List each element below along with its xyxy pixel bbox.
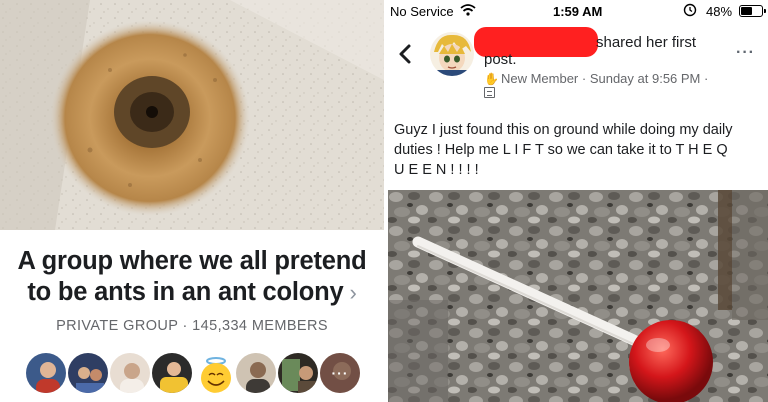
post-timestamp[interactable]: · Sunday at 9:56 PM · — [582, 71, 708, 86]
alarm-icon — [683, 3, 697, 20]
post-meta: ✋ New Member · Sunday at 9:56 PM · — [484, 71, 708, 86]
member-avatar-row[interactable]: ··· — [24, 351, 362, 397]
battery-icon — [739, 5, 766, 17]
member-avatar-7[interactable] — [276, 351, 320, 395]
more-members-icon: ··· — [331, 365, 349, 381]
lollipop-photo[interactable] — [388, 190, 768, 402]
new-member-badge-icon: ✋ — [484, 72, 499, 86]
group-title[interactable]: A group where we all pretend to be ants … — [0, 246, 384, 308]
post-screenshot: No Service 1:59 AM 48% shared her first … — [388, 0, 768, 402]
new-member-badge[interactable]: New Member — [501, 71, 578, 86]
member-avatar-6[interactable] — [234, 351, 278, 395]
poster-avatar[interactable] — [430, 32, 474, 76]
group-title-line2: to be ants in an ant colony — [27, 278, 344, 306]
member-avatar-3[interactable] — [108, 351, 152, 395]
member-avatar-1[interactable] — [24, 351, 68, 395]
member-avatar-more[interactable]: ··· — [318, 351, 362, 395]
wifi-icon — [460, 3, 476, 20]
carrier-label: No Service — [390, 4, 454, 19]
group-title-line1: A group where we all pretend — [17, 247, 367, 275]
back-chevron-icon[interactable] — [396, 40, 416, 68]
anthill-photo — [0, 0, 384, 230]
post-action-text-2: post. — [484, 51, 517, 68]
battery-fill — [741, 7, 752, 15]
member-avatar-4[interactable] — [150, 351, 194, 395]
chevron-right-icon[interactable]: › — [350, 280, 357, 305]
status-bar: No Service 1:59 AM 48% — [388, 0, 768, 22]
group-privacy-icon — [484, 87, 495, 98]
status-time: 1:59 AM — [553, 4, 603, 19]
post-action-text: shared her first — [596, 34, 697, 51]
member-avatar-5-emoji[interactable] — [192, 351, 236, 395]
more-options-icon[interactable]: ··· — [736, 44, 755, 62]
member-avatar-2[interactable] — [66, 351, 110, 395]
post-body-text: Guyz I just found this on ground while d… — [394, 122, 733, 178]
battery-percent: 48% — [706, 4, 733, 19]
group-privacy-members: PRIVATE GROUP · 145,334 MEMBERS — [56, 318, 328, 334]
group-card: A group where we all pretend to be ants … — [0, 0, 384, 402]
